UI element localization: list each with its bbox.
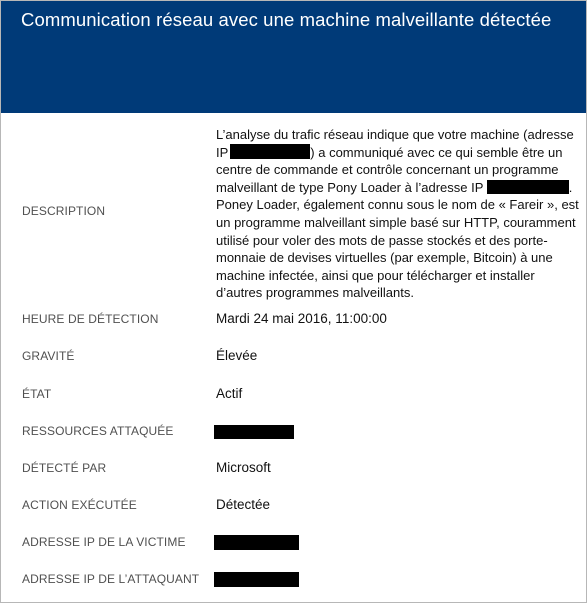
severity-value: Élevée <box>216 348 258 363</box>
detection-time-value: Mardi 24 mai 2016, 11:00:00 <box>216 311 387 326</box>
alert-details-panel: Communication réseau avec une machine ma… <box>0 0 587 603</box>
state-label: ÉTAT <box>22 387 52 401</box>
action-taken-label: ACTION EXÉCUTÉE <box>22 498 137 512</box>
alert-header: Communication réseau avec une machine ma… <box>1 1 586 113</box>
redacted-attacker-ip <box>214 572 299 587</box>
action-taken-value: Détectée <box>216 497 271 512</box>
attacker-ip-label: ADRESSE IP DE L’ATTAQUANT <box>22 572 200 586</box>
description-text-part3: . Poney Loader, également connu sous le … <box>216 179 579 301</box>
state-value: Actif <box>216 386 243 401</box>
description-text: L’analyse du trafic réseau indique que v… <box>216 126 584 302</box>
redacted-attacker-ip-inline <box>486 179 569 194</box>
severity-label: GRAVITÉ <box>22 349 75 363</box>
victim-ip-label: ADRESSE IP DE LA VICTIME <box>22 535 186 549</box>
detected-by-label: DÉTECTÉ PAR <box>22 461 107 475</box>
redacted-victim-ip <box>214 535 299 550</box>
alert-title: Communication réseau avec une machine ma… <box>21 9 552 30</box>
redacted-victim-ip-inline <box>230 143 311 159</box>
redacted-attacked-resources <box>214 425 294 439</box>
detected-by-value: Microsoft <box>216 460 271 475</box>
description-label: DESCRIPTION <box>22 204 106 218</box>
attacked-resources-label: RESSOURCES ATTAQUÉE <box>22 424 174 438</box>
detection-time-label: HEURE DE DÉTECTION <box>22 312 159 326</box>
